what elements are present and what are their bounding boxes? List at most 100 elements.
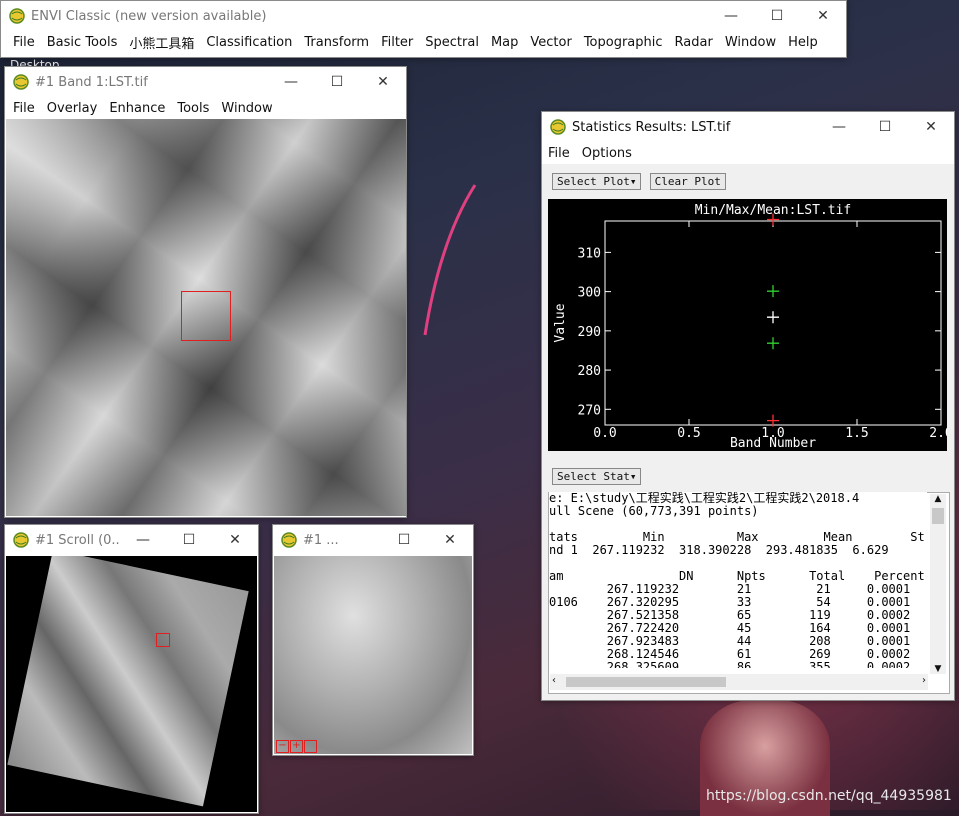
envi-main-window: ENVI Classic (new version available) — ☐…: [0, 0, 847, 58]
maximize-icon[interactable]: ☐: [381, 525, 427, 555]
maximize-icon[interactable]: ☐: [862, 112, 908, 142]
maximize-icon[interactable]: ☐: [314, 67, 360, 97]
x-axis-label: Band Number: [730, 436, 816, 451]
hscroll-thumb[interactable]: [566, 677, 726, 687]
minimize-icon[interactable]: —: [268, 67, 314, 97]
stats-text-content: e: E:\study\工程实践\工程实践2\工程实践2\2018.4 ull S…: [549, 492, 927, 668]
main-menubar: File Basic Tools 小熊工具箱 Classification Tr…: [1, 31, 846, 53]
zoom-window-title: #1 ...: [303, 532, 339, 548]
select-plot-dropdown[interactable]: Select Plot▾: [552, 173, 642, 190]
zoom-out-button[interactable]: −: [276, 740, 289, 753]
zoom-image-view[interactable]: − +: [274, 556, 472, 754]
zoom-in-button[interactable]: +: [290, 740, 303, 753]
select-stat-label: Select Stat: [557, 470, 630, 483]
x-tick-label: 1.5: [845, 426, 868, 441]
scroll-titlebar[interactable]: #1 Scroll (0.... — ☐ ✕: [5, 525, 258, 555]
x-tick-label: 2.0: [929, 426, 947, 441]
horizontal-scrollbar[interactable]: ‹ ›: [550, 674, 928, 690]
image-menu-enhance[interactable]: Enhance: [103, 101, 171, 116]
menu-topographic[interactable]: Topographic: [578, 35, 669, 50]
scroll-window-title: #1 Scroll (0....: [35, 532, 120, 548]
menu-basic-tools[interactable]: Basic Tools: [41, 35, 124, 50]
scene-footprint: [7, 556, 249, 807]
envi-globe-icon: [550, 119, 566, 135]
y-tick-label: 270: [578, 403, 601, 418]
image-menubar: File Overlay Enhance Tools Window: [5, 97, 406, 119]
scroll-thumb[interactable]: [932, 508, 944, 524]
image-titlebar[interactable]: #1 Band 1:LST.tif — ☐ ✕: [5, 67, 406, 97]
menu-spectral[interactable]: Spectral: [419, 35, 485, 50]
menu-transform[interactable]: Transform: [298, 35, 375, 50]
close-icon[interactable]: ✕: [908, 112, 954, 142]
y-tick-label: 300: [578, 286, 601, 301]
stats-text-line: nd 1 267.119232 318.390228 293.481835 6.…: [549, 543, 889, 557]
minimize-icon[interactable]: —: [708, 1, 754, 31]
main-window-title: ENVI Classic (new version available): [31, 8, 267, 24]
data-point-marker: [767, 285, 779, 298]
menu-window[interactable]: Window: [719, 35, 782, 50]
main-titlebar[interactable]: ENVI Classic (new version available) — ☐…: [1, 1, 846, 31]
close-icon[interactable]: ✕: [427, 525, 473, 555]
image-menu-overlay[interactable]: Overlay: [41, 101, 104, 116]
scroll-image-view[interactable]: [6, 556, 257, 812]
minimize-icon[interactable]: —: [816, 112, 862, 142]
clear-plot-button[interactable]: Clear Plot: [649, 173, 726, 190]
zoom-crosshair-toggle[interactable]: [304, 740, 317, 753]
minimize-icon[interactable]: —: [120, 525, 166, 555]
image-menu-window[interactable]: Window: [215, 101, 278, 116]
x-tick-label: 0.0: [593, 426, 616, 441]
stats-titlebar[interactable]: Statistics Results: LST.tif — ☐ ✕: [542, 112, 954, 142]
stats-menu-file[interactable]: File: [542, 146, 576, 161]
scroll-right-arrow[interactable]: ›: [922, 675, 926, 686]
stat-toolbar: Select Stat▾: [550, 468, 643, 485]
menu-radar[interactable]: Radar: [669, 35, 719, 50]
menu-classification[interactable]: Classification: [200, 35, 298, 50]
watermark-text: https://blog.csdn.net/qq_44935981: [706, 788, 952, 804]
stats-window-title: Statistics Results: LST.tif: [572, 119, 731, 135]
scroll-left-arrow[interactable]: ‹: [552, 675, 556, 686]
image-window-title: #1 Band 1:LST.tif: [35, 74, 148, 90]
data-point-marker: [767, 337, 779, 350]
y-tick-label: 310: [578, 246, 601, 261]
stats-menubar: File Options: [542, 142, 954, 164]
lst-image-view[interactable]: [6, 119, 406, 516]
close-icon[interactable]: ✕: [360, 67, 406, 97]
scroll-window: #1 Scroll (0.... — ☐ ✕: [4, 524, 259, 814]
y-tick-label: 290: [578, 325, 601, 340]
min-max-mean-plot[interactable]: Min/Max/Mean:LST.tif0.00.51.01.52.027028…: [548, 199, 947, 451]
stats-text-line: ull Scene (60,773,391 points): [549, 504, 759, 518]
y-axis-label: Value: [553, 303, 568, 342]
zoom-box-indicator[interactable]: [181, 291, 231, 341]
vertical-scrollbar[interactable]: ▲ ▼: [930, 494, 946, 674]
menu-toolbox[interactable]: 小熊工具箱: [123, 33, 200, 52]
y-tick-label: 280: [578, 364, 601, 379]
envi-globe-icon: [281, 532, 297, 548]
maximize-icon[interactable]: ☐: [166, 525, 212, 555]
image-menu-file[interactable]: File: [7, 101, 41, 116]
zoom-window: #1 ... ☐ ✕ − +: [272, 524, 474, 756]
select-plot-label: Select Plot: [557, 175, 630, 188]
envi-globe-icon: [13, 74, 29, 90]
maximize-icon[interactable]: ☐: [754, 1, 800, 31]
menu-file[interactable]: File: [7, 35, 41, 50]
scroll-down-arrow[interactable]: ▼: [930, 664, 946, 674]
plot-toolbar: Select Plot▾ Clear Plot: [550, 173, 728, 190]
data-point-marker: [767, 311, 779, 324]
desktop-wallpaper-streak: [423, 184, 477, 336]
menu-filter[interactable]: Filter: [375, 35, 419, 50]
image-extent-indicator[interactable]: [156, 633, 170, 647]
stats-menu-options[interactable]: Options: [576, 146, 638, 161]
x-tick-label: 0.5: [677, 426, 700, 441]
menu-map[interactable]: Map: [485, 35, 524, 50]
menu-help[interactable]: Help: [782, 35, 824, 50]
envi-globe-icon: [13, 532, 29, 548]
close-icon[interactable]: ✕: [212, 525, 258, 555]
menu-vector[interactable]: Vector: [524, 35, 577, 50]
select-stat-dropdown[interactable]: Select Stat▾: [552, 468, 642, 485]
image-window: #1 Band 1:LST.tif — ☐ ✕ File Overlay Enh…: [4, 66, 407, 518]
image-menu-tools[interactable]: Tools: [171, 101, 215, 116]
envi-globe-icon: [9, 8, 25, 24]
scroll-up-arrow[interactable]: ▲: [930, 494, 946, 508]
zoom-titlebar[interactable]: #1 ... ☐ ✕: [273, 525, 473, 555]
close-icon[interactable]: ✕: [800, 1, 846, 31]
